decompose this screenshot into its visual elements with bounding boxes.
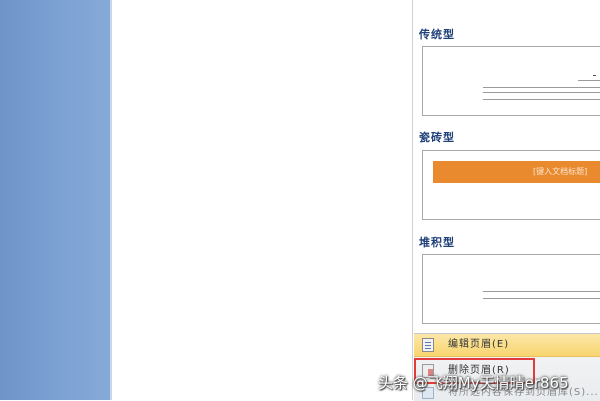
section-title-tile: 瓷砖型 bbox=[419, 131, 455, 144]
header-thumbnail-tile[interactable]: [键入文档标题] bbox=[422, 150, 600, 220]
header-thumbnail-traditional[interactable] bbox=[422, 46, 600, 116]
thumb-line bbox=[483, 87, 600, 88]
watermark-text: 头条 @飞翔My天情晴er865 bbox=[378, 374, 569, 392]
section-title-stacked: 堆积型 bbox=[419, 236, 455, 249]
left-blue-panel bbox=[0, 0, 110, 400]
document-page[interactable] bbox=[112, 0, 412, 400]
thumb-line bbox=[578, 80, 600, 81]
thumb-line bbox=[483, 298, 600, 299]
header-thumbnail-stacked[interactable] bbox=[422, 254, 600, 324]
edit-header-menu-item[interactable]: 编辑页眉(E) bbox=[414, 334, 600, 357]
thumb-line bbox=[483, 99, 600, 100]
thumb-line bbox=[483, 291, 600, 292]
thumb-line bbox=[483, 92, 600, 93]
edit-header-label: 编辑页眉(E) bbox=[448, 339, 510, 350]
document-edit-icon bbox=[422, 338, 434, 352]
section-title-traditional: 传统型 bbox=[419, 28, 455, 41]
orange-title-bar: [键入文档标题] bbox=[433, 161, 600, 183]
thumb-mark bbox=[593, 75, 596, 76]
